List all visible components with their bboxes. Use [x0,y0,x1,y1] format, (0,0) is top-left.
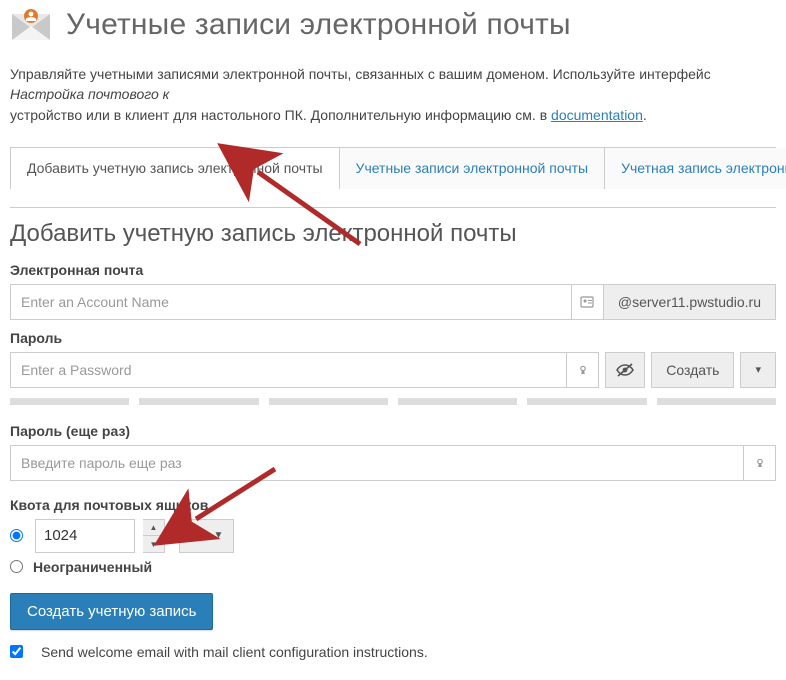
quota-label: Квота для почтовых ящиков [10,497,776,513]
intro-text: Управляйте учетными записями электронной… [10,64,776,125]
keyhole-icon [744,445,776,481]
documentation-link[interactable]: documentation [551,107,643,123]
intro-part1: Управляйте учетными записями электронной… [10,66,711,82]
tabs: Добавить учетную запись электронной почт… [10,147,776,189]
password-strength-meter [10,398,776,405]
section-title: Добавить учетную запись электронной почт… [10,207,776,248]
quota-unlimited-label: Неограниченный [33,559,152,575]
quota-value-input[interactable] [35,519,135,553]
send-welcome-label: Send welcome email with mail client conf… [41,644,428,660]
password-confirm-label: Пароль (еще раз) [10,423,776,439]
quota-unit-label: MB [190,528,210,543]
contact-card-icon [572,284,604,320]
generate-password-button[interactable]: Создать [651,352,734,388]
send-welcome-checkbox[interactable] [10,645,23,658]
page-title: Учетные записи электронной почты [66,8,571,42]
password-input[interactable] [10,352,567,388]
chevron-down-icon: ▼ [214,530,224,541]
keyhole-icon [567,352,599,388]
intro-part3: . [643,107,647,123]
tab-add-account[interactable]: Добавить учетную запись электронной почт… [11,148,340,190]
quota-stepper[interactable]: ▲ ▼ [143,519,165,553]
generate-password-dropdown-button[interactable] [740,352,776,388]
stepper-down-icon[interactable]: ▼ [143,536,164,552]
intro-part2: устройство или в клиент для настольного … [10,107,551,123]
intro-em: Настройка почтового к [10,86,169,102]
stepper-up-icon[interactable]: ▲ [143,520,164,537]
email-label: Электронная почта [10,262,776,278]
tab-email-accounts[interactable]: Учетные записи электронной почты [340,148,606,189]
email-domain: @server11.pwstudio.ru [604,284,776,320]
email-input[interactable] [10,284,572,320]
email-accounts-icon [10,4,52,46]
toggle-password-visibility-button[interactable] [605,352,645,388]
password-confirm-input[interactable] [10,445,744,481]
quota-limited-radio[interactable] [10,529,23,542]
password-label: Пароль [10,330,776,346]
quota-unit-dropdown[interactable]: MB ▼ [179,519,234,553]
tab-default-account[interactable]: Учетная запись электронной почты по [605,148,786,189]
quota-unlimited-radio[interactable] [10,560,23,573]
create-account-button[interactable]: Создать учетную запись [10,593,213,630]
